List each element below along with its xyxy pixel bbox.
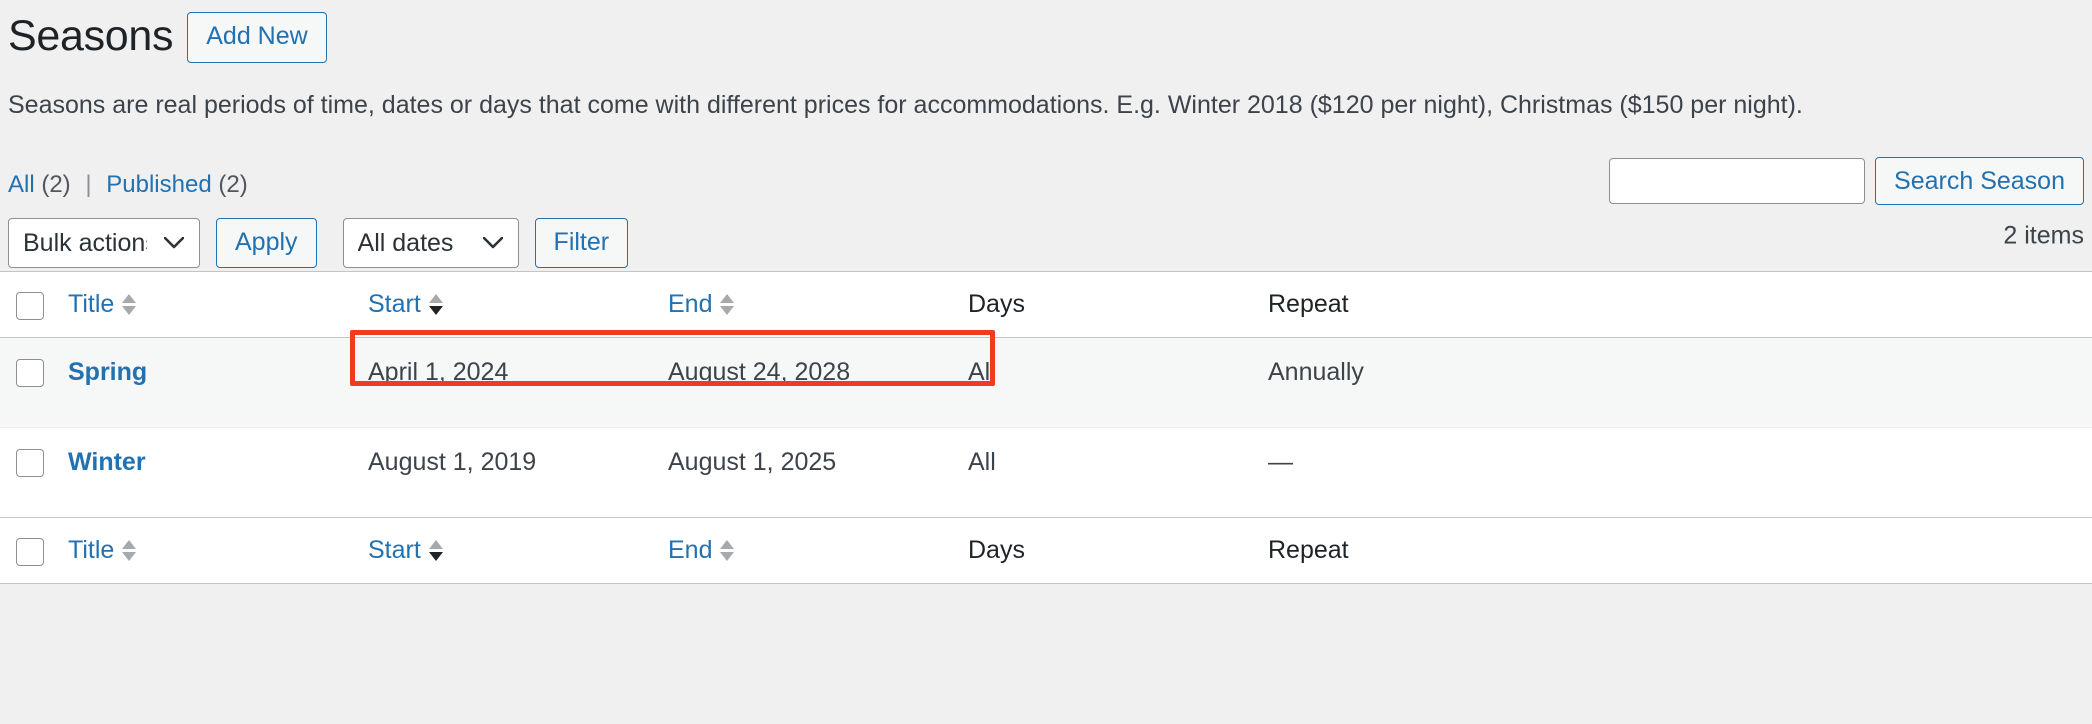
season-title-link[interactable]: Spring: [68, 358, 147, 386]
column-label-start: Start: [368, 290, 421, 319]
page-title: Seasons: [8, 12, 174, 61]
status-link-all[interactable]: All: [8, 171, 35, 198]
column-label-title: Title: [68, 290, 115, 319]
column-footer-repeat: Repeat: [1268, 517, 2092, 584]
sort-indicator-icon: [122, 294, 137, 315]
status-link-published[interactable]: Published: [106, 171, 211, 198]
sort-indicator-icon: [428, 294, 443, 315]
sort-title-link-footer[interactable]: Title: [68, 534, 137, 567]
table-foot: Title Start End Days Repeat: [0, 517, 2092, 584]
column-header-days: Days: [968, 271, 1268, 338]
search-input[interactable]: [1609, 158, 1866, 204]
table-body: Spring April 1, 2024 August 24, 2028 All…: [0, 337, 2092, 518]
status-links: All (2) | Published (2): [8, 157, 248, 199]
row-checkbox[interactable]: [16, 449, 44, 478]
arrow-down-icon: [122, 552, 137, 561]
row-repeat-cell: Annually: [1268, 358, 1364, 386]
filter-button[interactable]: Filter: [534, 218, 629, 268]
sort-end-link-footer[interactable]: End: [668, 534, 735, 567]
row-start-cell: April 1, 2024: [368, 358, 509, 386]
sort-indicator-icon: [428, 540, 443, 561]
row-days-cell: All: [968, 358, 996, 386]
table-footer-row: Title Start End Days Repeat: [0, 517, 2092, 584]
column-label-title: Title: [68, 536, 115, 565]
column-footer-title: Title: [68, 517, 368, 584]
column-header-end: End: [668, 271, 968, 338]
arrow-down-icon: [720, 306, 735, 315]
displaying-num: 2 items: [2003, 221, 2084, 250]
sort-indicator-icon: [122, 540, 137, 561]
row-select-cell: [0, 338, 68, 428]
select-all-header: [0, 271, 68, 338]
column-footer-days: Days: [968, 517, 1268, 584]
search-box: Search Season: [1609, 157, 2084, 205]
arrow-up-icon: [428, 540, 443, 549]
arrow-up-icon: [720, 540, 735, 549]
arrow-down-icon: [428, 552, 443, 561]
row-title-cell: Winter: [68, 428, 368, 518]
status-count-all: (2): [41, 171, 71, 198]
column-footer-start: Start: [368, 517, 668, 584]
column-label-end: End: [668, 290, 713, 319]
arrow-down-icon: [428, 306, 443, 315]
arrow-down-icon: [720, 552, 735, 561]
select-all-footer-header: [0, 517, 68, 584]
row-title-cell: Spring: [68, 338, 368, 428]
column-label-end: End: [668, 536, 713, 565]
row-select-cell: [0, 428, 68, 518]
column-footer-end: End: [668, 517, 968, 584]
select-all-checkbox-footer[interactable]: [16, 537, 44, 566]
sort-title-link[interactable]: Title: [68, 288, 137, 321]
status-and-search-row: All (2) | Published (2) Search Season: [0, 123, 2092, 205]
seasons-admin-page: Seasons Add New Seasons are real periods…: [0, 0, 2092, 724]
apply-button[interactable]: Apply: [216, 218, 317, 268]
table-header-row: Title Start End Days Repeat: [0, 271, 2092, 338]
sort-end-link[interactable]: End: [668, 288, 735, 321]
table-row: Spring April 1, 2024 August 24, 2028 All…: [0, 337, 2092, 428]
add-new-button[interactable]: Add New: [187, 11, 327, 63]
page-description: Seasons are real periods of time, dates …: [8, 91, 1803, 119]
column-label-start: Start: [368, 536, 421, 565]
status-separator: |: [85, 171, 92, 198]
arrow-up-icon: [122, 540, 137, 549]
row-end-cell: August 24, 2028: [668, 358, 851, 386]
search-season-button[interactable]: Search Season: [1875, 157, 2084, 205]
arrow-up-icon: [720, 294, 735, 303]
select-all-checkbox[interactable]: [16, 291, 44, 320]
page-header: Seasons Add New: [0, 0, 2092, 63]
sort-indicator-icon: [720, 294, 735, 315]
table-head: Title Start End Days Repeat: [0, 271, 2092, 338]
row-checkbox[interactable]: [16, 359, 44, 388]
season-title-link[interactable]: Winter: [68, 448, 146, 476]
arrow-down-icon: [122, 306, 137, 315]
tablenav-top: Bulk actions Apply All dates Filter 2 it…: [0, 205, 2092, 268]
arrow-up-icon: [122, 294, 137, 303]
row-start-cell: August 1, 2019: [368, 448, 537, 476]
arrow-up-icon: [428, 294, 443, 303]
row-repeat-cell: —: [1268, 448, 1293, 476]
row-days-cell: All: [968, 448, 996, 476]
sort-start-link-footer[interactable]: Start: [368, 534, 443, 567]
status-count-published: (2): [218, 171, 248, 198]
sort-indicator-icon: [720, 540, 735, 561]
dates-filter-wrapper: All dates: [342, 218, 519, 268]
dates-filter-select[interactable]: All dates: [342, 218, 519, 268]
bulk-actions-select[interactable]: Bulk actions: [8, 218, 200, 268]
sort-start-link[interactable]: Start: [368, 288, 443, 321]
row-end-cell: August 1, 2025: [668, 448, 837, 476]
seasons-table: Title Start End Days Repeat Spring April…: [0, 271, 2092, 584]
column-header-title: Title: [68, 271, 368, 338]
column-header-repeat: Repeat: [1268, 271, 2092, 338]
table-row: Winter August 1, 2019 August 1, 2025 All…: [0, 427, 2092, 518]
bulk-actions-wrapper: Bulk actions: [8, 218, 200, 268]
column-header-start: Start: [368, 271, 668, 338]
